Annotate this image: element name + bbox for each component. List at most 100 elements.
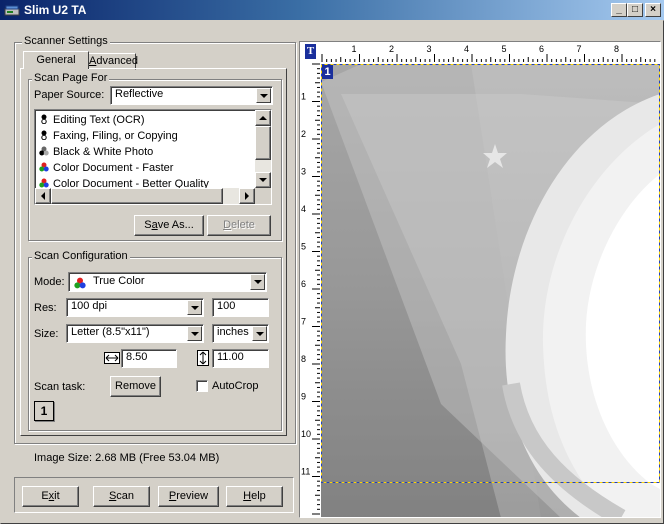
list-item[interactable]: Editing Text (OCR) bbox=[39, 113, 145, 128]
resolution-input[interactable]: 100 bbox=[212, 298, 269, 317]
scroll-down-button[interactable] bbox=[255, 172, 271, 188]
paper-source-value: Reflective bbox=[115, 88, 164, 100]
width-value: 8.50 bbox=[126, 351, 148, 363]
window-title: Slim U2 TA bbox=[24, 3, 87, 17]
ruler-v-label: 6 bbox=[301, 279, 306, 289]
ruler-v-label: 1 bbox=[301, 92, 306, 102]
text-bw-icon bbox=[41, 114, 47, 124]
remove-button[interactable]: Remove bbox=[110, 376, 161, 397]
list-hscrollbar[interactable] bbox=[35, 188, 255, 204]
close-button[interactable]: × bbox=[645, 3, 661, 17]
paper-source-label: Paper Source: bbox=[34, 89, 105, 101]
scroll-right-button[interactable] bbox=[239, 188, 255, 204]
ruler-v-label: 3 bbox=[301, 167, 306, 177]
autocrop-label: AutoCrop bbox=[212, 380, 259, 392]
list-item-label: Faxing, Filing, or Copying bbox=[53, 130, 178, 142]
remove-label: Remove bbox=[115, 380, 156, 392]
scroll-up-button[interactable] bbox=[255, 110, 271, 126]
mode-label: Mode: bbox=[34, 276, 65, 288]
mode-value: True Color bbox=[93, 275, 145, 287]
exit-button[interactable]: Exit bbox=[22, 486, 79, 507]
preview-pane[interactable]: T 1 2 3 4 5 6 7 8 1 2 3 4 5 6 7 8 9 10 11 1 bbox=[299, 41, 661, 518]
title-bar[interactable]: Slim U2 TA _ □ × bbox=[0, 0, 664, 20]
scan-task-number: 1 bbox=[40, 404, 48, 418]
chevron-down-icon bbox=[259, 178, 267, 182]
ruler-h-label: 7 bbox=[577, 44, 582, 54]
preview-button[interactable]: Preview bbox=[158, 486, 219, 507]
ruler-h-label: 3 bbox=[427, 44, 432, 54]
chevron-right-icon bbox=[245, 192, 249, 200]
scan-label: Scan bbox=[108, 490, 135, 502]
autocrop-checkbox[interactable] bbox=[196, 380, 208, 392]
ruler-h-label: 2 bbox=[389, 44, 394, 54]
chevron-down-icon[interactable] bbox=[252, 326, 267, 341]
ruler-h-label: 8 bbox=[614, 44, 619, 54]
scan-task-label: Scan task: bbox=[34, 381, 86, 393]
color-icon bbox=[74, 277, 86, 289]
chevron-left-icon bbox=[41, 192, 45, 200]
minimize-icon: _ bbox=[616, 4, 622, 15]
ruler-v-label: 4 bbox=[301, 204, 306, 214]
minimize-button[interactable]: _ bbox=[611, 3, 627, 17]
save-as-label: Save As... bbox=[144, 219, 194, 231]
exit-label: Exit bbox=[41, 490, 60, 502]
list-item[interactable]: Color Document - Faster bbox=[39, 161, 173, 176]
height-input[interactable]: 11.00 bbox=[212, 349, 269, 368]
save-as-button[interactable]: Save As... bbox=[134, 215, 204, 236]
chevron-down-icon[interactable] bbox=[250, 274, 265, 290]
resolution-dropdown[interactable]: 100 dpi bbox=[66, 298, 204, 317]
help-button[interactable]: Help bbox=[226, 486, 283, 507]
delete-button[interactable]: Delete bbox=[207, 215, 271, 236]
scrollbar-corner bbox=[255, 188, 271, 204]
scanner-settings-label: Scanner Settings bbox=[22, 35, 110, 47]
maximize-icon: □ bbox=[631, 4, 639, 15]
list-vscrollbar[interactable] bbox=[255, 110, 271, 188]
maximize-button[interactable]: □ bbox=[627, 3, 643, 17]
ruler-v-label: 10 bbox=[301, 429, 311, 439]
ruler-h-label: 5 bbox=[502, 44, 507, 54]
scan-button[interactable]: Scan bbox=[93, 486, 150, 507]
tab-advanced-label: Advanced bbox=[89, 55, 138, 67]
width-input[interactable]: 8.50 bbox=[121, 349, 177, 368]
ruler-v-label: 9 bbox=[301, 392, 306, 402]
chevron-up-icon bbox=[259, 116, 267, 120]
scanner-app-icon bbox=[4, 5, 20, 16]
scan-preset-list[interactable]: Editing Text (OCR) Faxing, Filing, or Co… bbox=[34, 109, 272, 205]
chevron-down-icon[interactable] bbox=[187, 326, 202, 341]
mode-dropdown[interactable]: True Color bbox=[68, 272, 267, 292]
ruler-v-label: 11 bbox=[301, 467, 310, 477]
frame-number-badge[interactable]: 1 bbox=[322, 65, 333, 79]
ruler-h-label: 4 bbox=[464, 44, 469, 54]
units-dropdown[interactable]: inches bbox=[212, 324, 269, 343]
help-label: Help bbox=[243, 490, 266, 502]
res-value: 100 dpi bbox=[71, 300, 108, 312]
ruler-v-label: 2 bbox=[301, 129, 306, 139]
scroll-left-button[interactable] bbox=[35, 188, 51, 204]
close-icon: × bbox=[650, 4, 656, 15]
size-value: Letter (8.5"x11") bbox=[71, 326, 150, 338]
width-icon bbox=[104, 352, 120, 364]
chevron-down-icon[interactable] bbox=[187, 300, 202, 315]
chevron-down-icon[interactable] bbox=[256, 88, 271, 103]
color-icon bbox=[39, 162, 49, 172]
res-custom-value: 100 bbox=[217, 300, 236, 312]
text-tool-icon[interactable]: T bbox=[305, 44, 316, 59]
scan-task-frame-button[interactable]: 1 bbox=[34, 401, 54, 421]
units-value: inches bbox=[217, 326, 249, 338]
list-item-label: Color Document - Faster bbox=[53, 162, 174, 174]
paper-size-dropdown[interactable]: Letter (8.5"x11") bbox=[66, 324, 204, 343]
list-item[interactable]: Black & White Photo bbox=[39, 145, 153, 160]
list-item-label: Black & White Photo bbox=[53, 146, 154, 158]
scan-page-for-label: Scan Page For bbox=[32, 72, 110, 84]
horizontal-ruler: 1 2 3 4 5 6 7 8 bbox=[320, 42, 660, 62]
ruler-corner[interactable]: T bbox=[302, 44, 318, 60]
hscroll-thumb[interactable] bbox=[51, 188, 223, 204]
scroll-thumb[interactable] bbox=[255, 126, 271, 160]
tab-general-label: General bbox=[36, 54, 76, 66]
preview-label: Preview bbox=[168, 490, 209, 502]
height-value: 11.00 bbox=[217, 351, 244, 363]
paper-source-dropdown[interactable]: Reflective bbox=[110, 86, 273, 105]
height-icon bbox=[197, 350, 209, 366]
tab-general[interactable]: General bbox=[23, 51, 89, 69]
list-item[interactable]: Faxing, Filing, or Copying bbox=[39, 129, 178, 144]
